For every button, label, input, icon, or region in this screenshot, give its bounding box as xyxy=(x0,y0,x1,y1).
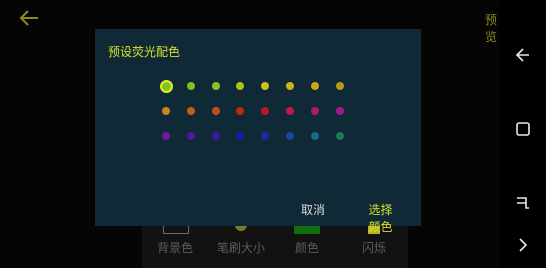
forward-nav-icon[interactable] xyxy=(514,236,532,254)
palette-color-dot[interactable] xyxy=(186,132,195,140)
tool-label: 颜色 xyxy=(294,241,319,255)
palette-color-dot[interactable] xyxy=(236,132,245,140)
preset-color-dialog: 预设荧光配色 取消 选择颜色 xyxy=(95,29,421,234)
palette-color-dot[interactable] xyxy=(335,107,344,115)
palette-color-dot[interactable] xyxy=(160,80,173,93)
palette-color-dot[interactable] xyxy=(310,107,319,115)
palette-color-dot[interactable] xyxy=(335,82,344,90)
tool-label: 背景色 xyxy=(156,241,193,255)
background-color-tool[interactable]: 背景色 xyxy=(142,217,208,268)
palette-color-dot[interactable] xyxy=(162,107,170,115)
back-arrow-icon[interactable] xyxy=(14,6,44,30)
palette-color-dot[interactable] xyxy=(261,132,270,140)
palette-color-dot[interactable] xyxy=(310,82,319,90)
preview-button[interactable]: 预览 xyxy=(485,11,497,45)
recents-icon[interactable] xyxy=(514,120,532,138)
back-nav-icon[interactable] xyxy=(514,46,532,64)
cancel-button[interactable]: 取消 xyxy=(301,201,325,218)
palette-color-dot[interactable] xyxy=(186,107,195,115)
palette-color-dot[interactable] xyxy=(236,107,245,115)
palette-color-dot[interactable] xyxy=(211,107,220,115)
palette-color-dot[interactable] xyxy=(186,82,195,90)
rotate-icon[interactable] xyxy=(514,194,532,212)
color-tool[interactable]: 颜色 xyxy=(274,219,340,268)
palette-color-dot[interactable] xyxy=(286,82,294,90)
dialog-title: 预设荧光配色 xyxy=(108,45,181,59)
palette-color-dot[interactable] xyxy=(261,107,270,115)
palette-color-dot[interactable] xyxy=(286,107,294,115)
pick-color-button[interactable]: 选择颜色 xyxy=(369,201,404,235)
palette-color-dot[interactable] xyxy=(211,82,220,90)
tool-label: 闪烁 xyxy=(361,241,386,255)
palette-color-dot[interactable] xyxy=(286,132,294,140)
palette-color-dot[interactable] xyxy=(310,132,319,140)
palette-color-dot[interactable] xyxy=(236,82,245,90)
system-nav-bar xyxy=(500,0,546,268)
palette-color-dot[interactable] xyxy=(261,82,270,90)
tool-label: 笔刷大小 xyxy=(216,241,265,255)
palette-color-dot[interactable] xyxy=(211,132,220,140)
palette-color-dot[interactable] xyxy=(335,132,344,140)
brush-size-tool[interactable]: 笔刷大小 xyxy=(208,219,274,268)
palette-color-dot[interactable] xyxy=(162,132,170,140)
app-screen: 预览 背景色 笔刷大小 颜色 闪烁 预设荧光配色 取消 选择颜色 xyxy=(0,0,500,268)
